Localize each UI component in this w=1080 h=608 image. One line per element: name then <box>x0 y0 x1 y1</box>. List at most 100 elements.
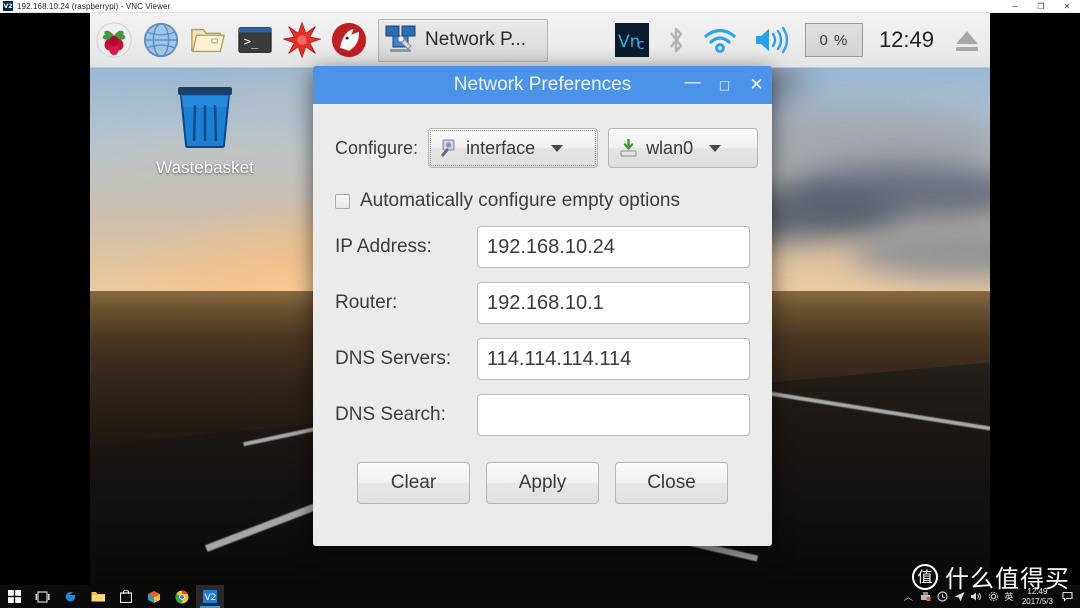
tray-settings-icon[interactable] <box>985 585 1002 608</box>
desktop-icon-wastebasket[interactable]: Wastebasket <box>145 83 265 178</box>
interface-type-value: interface <box>466 137 536 158</box>
ip-address-label: IP Address: <box>335 236 432 257</box>
tray-printer-icon <box>920 592 931 601</box>
chrome-browser-icon <box>175 590 189 603</box>
close-button[interactable]: Close <box>615 462 728 504</box>
ip-address-input[interactable]: 192.168.10.24 <box>477 226 750 268</box>
tray-clock[interactable]: 12:49 <box>869 27 944 53</box>
chevron-down-icon <box>551 144 564 152</box>
launcher-terminal[interactable]: >_ <box>231 13 278 68</box>
taskbar-window-button-network-preferences[interactable]: Network P... <box>378 18 548 62</box>
tray-speaker-icon <box>971 592 982 601</box>
vnc-app-icon: V2 <box>3 1 13 11</box>
eject-icon <box>956 31 978 51</box>
launcher-wolfram[interactable] <box>325 13 372 68</box>
configure-row: Configure: interface wlan0 <box>335 128 759 168</box>
dialog-window-controls: — □ ✕ <box>684 66 764 104</box>
vnc-restore-button[interactable]: ❐ <box>1028 0 1054 13</box>
vnc-close-button[interactable]: ✕ <box>1054 0 1080 13</box>
svg-text:>_: >_ <box>243 35 258 49</box>
launcher-file-manager[interactable] <box>184 13 231 68</box>
network-preferences-dialog: Network Preferences — □ ✕ Configure: int… <box>313 66 772 546</box>
svg-text:V2: V2 <box>205 593 217 603</box>
vnc-window-titlebar: V2 192.168.10.24 (raspberrypi) - VNC Vie… <box>0 0 1080 13</box>
tray-chevron-up-icon[interactable]: ︿ <box>900 585 917 608</box>
apply-button[interactable]: Apply <box>486 462 599 504</box>
vnc-letterbox-left <box>0 13 90 585</box>
edge-browser-icon <box>65 591 76 601</box>
launcher-mathematica[interactable] <box>278 13 325 68</box>
terminal-icon: >_ <box>237 27 272 53</box>
tray-eject-button[interactable] <box>944 25 990 55</box>
auto-configure-label: Automatically configure empty options <box>360 190 680 211</box>
vnc-icon: Vn c <box>614 23 649 57</box>
dns-servers-input[interactable]: 114.114.114.114 <box>477 338 750 380</box>
file-explorer-icon[interactable] <box>84 585 112 608</box>
file-manager-icon <box>190 28 225 53</box>
cpu-usage-value: 0 % <box>819 31 849 49</box>
dialog-maximize-button[interactable]: □ <box>717 75 732 95</box>
tray-vnc-button[interactable]: Vn c <box>607 23 657 57</box>
taskbar-window-button-label: Network P... <box>425 29 527 50</box>
dns-search-label: DNS Search: <box>335 404 446 425</box>
chevron-down-icon <box>709 144 722 152</box>
wifi-icon <box>704 28 736 53</box>
clear-button[interactable]: Clear <box>357 462 470 504</box>
tray-wifi-button[interactable] <box>695 25 745 55</box>
store-icon[interactable] <box>112 585 140 608</box>
paint3d-cube-icon <box>148 590 160 603</box>
start-button[interactable] <box>0 585 28 608</box>
network-device-select[interactable]: wlan0 <box>608 128 759 168</box>
field-row-dns-servers: DNS Servers: 114.114.114.114 <box>335 338 750 380</box>
svg-text:c: c <box>637 37 645 53</box>
tray-volume-icon[interactable] <box>968 585 985 608</box>
network-device-icon <box>620 138 637 156</box>
auto-configure-row[interactable]: Automatically configure empty options <box>335 190 750 212</box>
router-input[interactable]: 192.168.10.1 <box>477 282 750 324</box>
field-row-ip-address: IP Address: 192.168.10.24 <box>335 226 750 268</box>
vnc-minimize-button[interactable]: − <box>1002 0 1028 13</box>
windows-clock[interactable]: 12:49 2017/5/3 <box>1016 587 1059 607</box>
task-view-button[interactable] <box>28 585 56 608</box>
notification-icon <box>1062 591 1073 602</box>
dns-search-input[interactable] <box>477 394 750 436</box>
vnc-letterbox-right <box>990 13 1080 585</box>
dialog-close-button[interactable]: ✕ <box>749 75 764 95</box>
edge-icon[interactable] <box>56 585 84 608</box>
tray-volume-button[interactable] <box>745 25 799 55</box>
tray-app-icon-1[interactable] <box>917 585 934 608</box>
auto-configure-checkbox[interactable] <box>335 193 350 209</box>
folder-icon <box>91 592 105 602</box>
interface-type-select[interactable]: interface <box>428 128 599 168</box>
wastebasket-label: Wastebasket <box>156 158 254 177</box>
tray-ime-indicator[interactable]: 英 <box>1002 585 1016 608</box>
chrome-icon[interactable] <box>168 585 196 608</box>
wolfram-icon <box>331 22 366 58</box>
action-center-icon[interactable] <box>1059 585 1076 608</box>
task-view-icon <box>35 590 50 603</box>
dialog-button-row: Clear Apply Close <box>335 462 750 504</box>
vnc-window-title: 192.168.10.24 (raspberrypi) - VNC Viewer <box>17 1 171 11</box>
windows-logo-icon <box>7 590 21 603</box>
tray-network-icon[interactable] <box>951 585 968 608</box>
field-row-router: Router: 192.168.10.1 <box>335 282 750 324</box>
router-label: Router: <box>335 292 398 313</box>
sidebar-item-menu[interactable] <box>90 13 137 68</box>
tray-app-icon-2[interactable] <box>934 585 951 608</box>
tray-bluetooth-button[interactable] <box>657 25 695 55</box>
windows-taskbar: V2 ︿ 英 12:49 2017/5/3 <box>0 585 1080 608</box>
network-preferences-icon <box>385 25 416 52</box>
dialog-titlebar[interactable]: Network Preferences — □ ✕ <box>313 66 772 104</box>
windows-clock-date: 2017/5/3 <box>1021 596 1053 606</box>
configure-label: Configure: <box>335 137 419 158</box>
dialog-minimize-button[interactable]: — <box>684 74 702 95</box>
dialog-body: Configure: interface wlan0 Automatically… <box>313 104 772 504</box>
tray-cpu-monitor[interactable]: 0 % <box>804 23 863 57</box>
paint3d-icon[interactable] <box>140 585 168 608</box>
remote-desktop-view[interactable]: Wastebasket >_ Network P... Vn c 0 % 12:… <box>90 13 990 585</box>
network-device-value: wlan0 <box>646 137 694 158</box>
dns-servers-label: DNS Servers: <box>335 348 452 369</box>
raspberry-pi-panel: >_ Network P... Vn c 0 % 12:49 <box>90 13 990 68</box>
launcher-web-browser[interactable] <box>137 13 184 68</box>
vnc-viewer-taskbar-button[interactable]: V2 <box>196 585 224 608</box>
